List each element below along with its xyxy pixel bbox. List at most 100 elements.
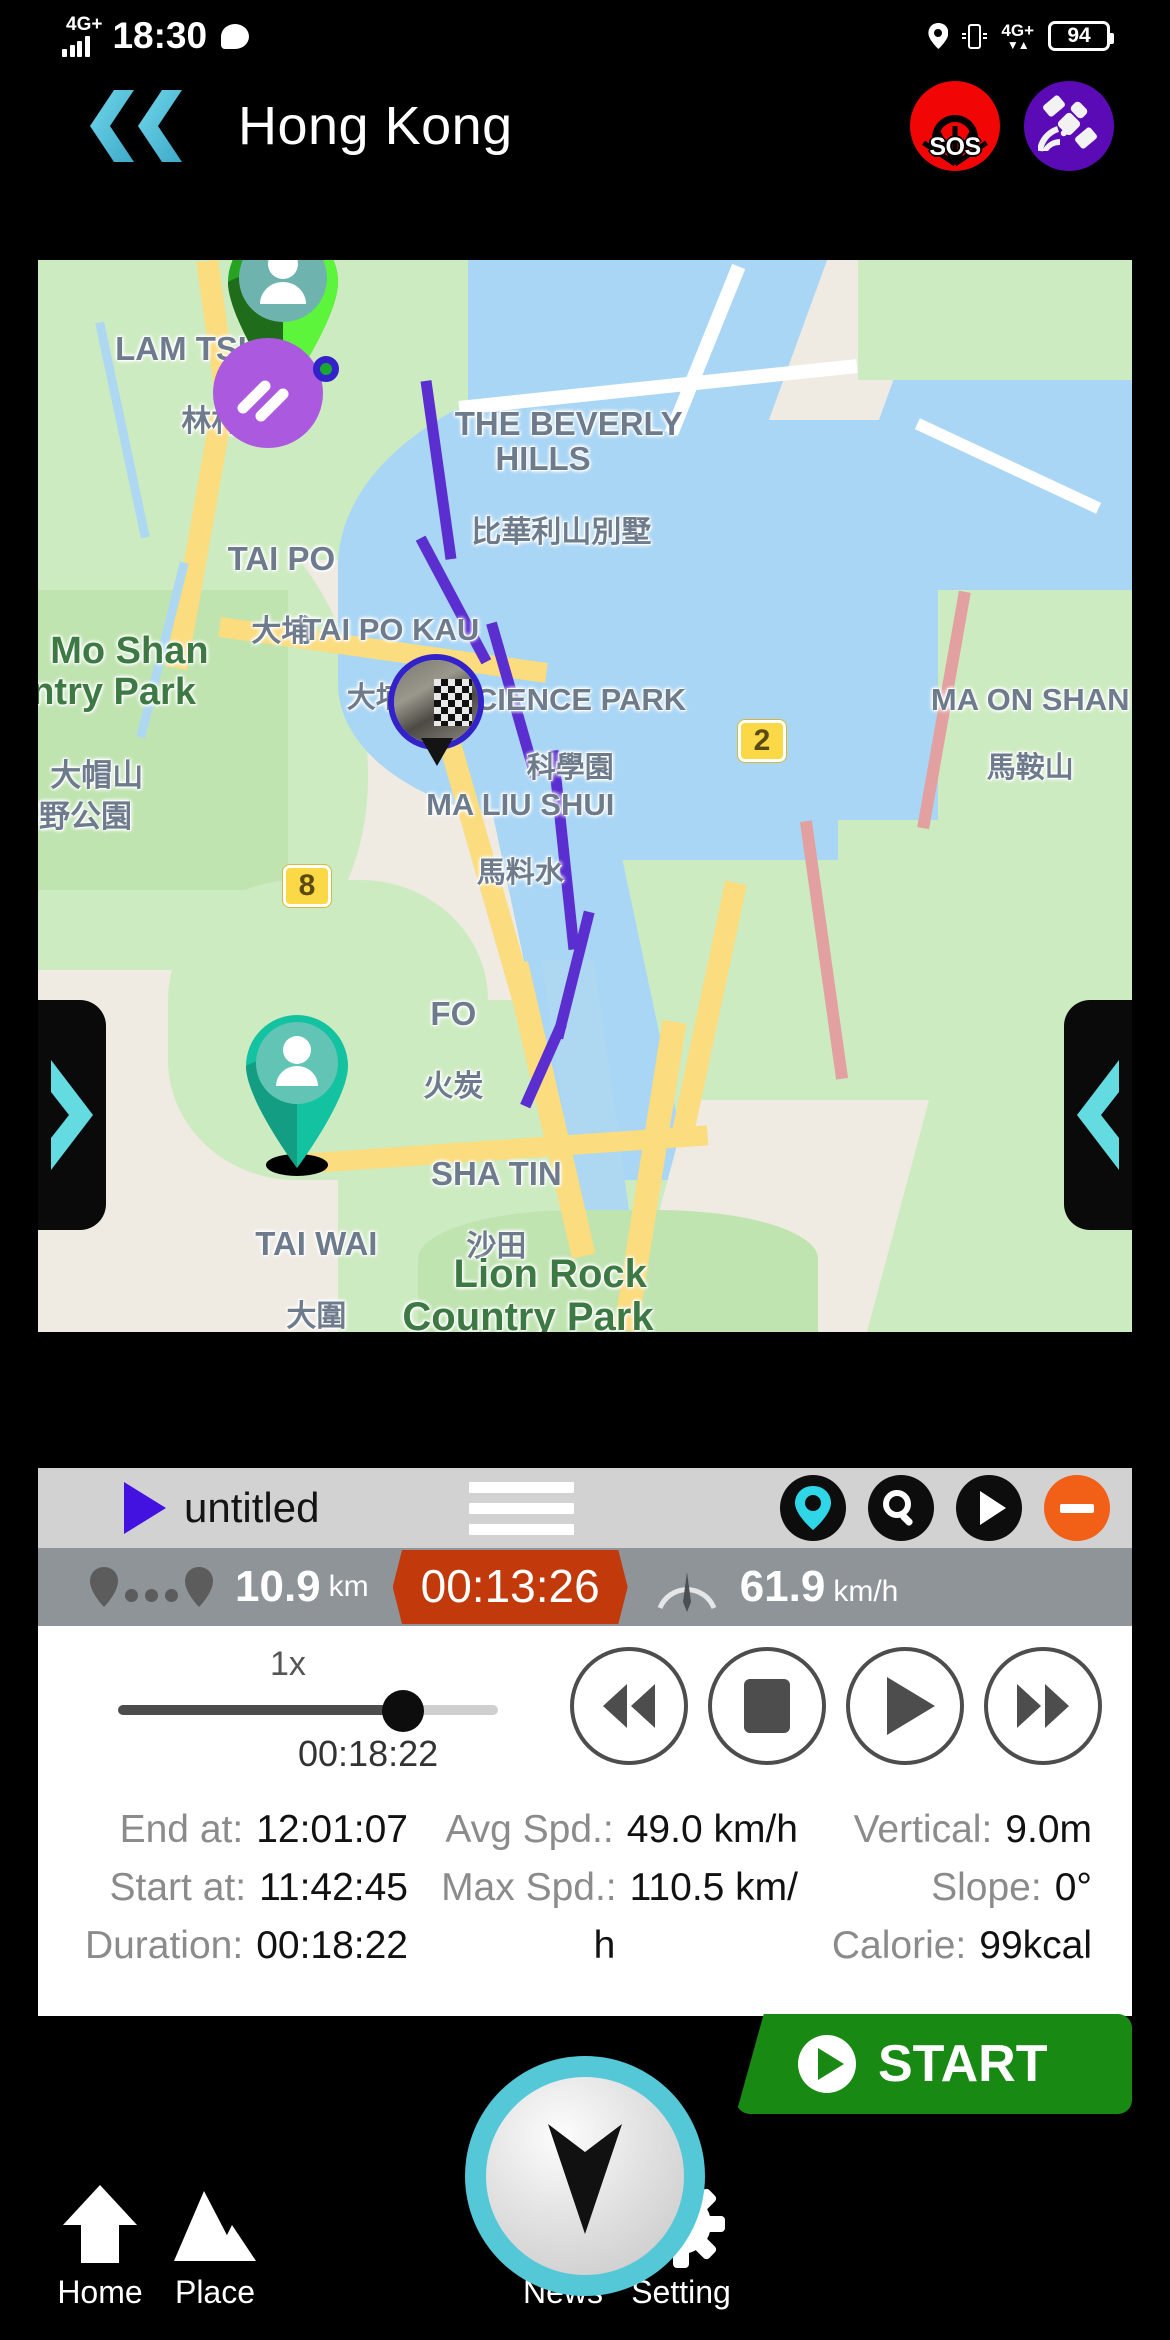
hamburger-menu-icon[interactable] [469, 1472, 575, 1545]
detail-end-at: End at: 12:01:07 [78, 1808, 408, 1852]
detail-label: Start at: [109, 1866, 247, 1909]
chevron-left-icon [90, 90, 136, 162]
data-network-indicator: 4G+ ▼▲ [1001, 22, 1034, 51]
slider-fill [118, 1705, 403, 1715]
nav-label: Setting [631, 2274, 731, 2310]
satellite-button[interactable] [1024, 81, 1114, 171]
map-prev-button[interactable] [38, 1000, 106, 1230]
start-button-label: START [878, 2035, 1048, 2093]
distance-value: 10.9 [235, 1562, 321, 1611]
map-label-fo-tan: FO 火炭 [360, 960, 510, 1139]
status-bar-right: 4G+ ▼▲ 94 [928, 21, 1114, 51]
elapsed-time-badge: 00:13:26 [392, 1550, 628, 1624]
play-triangle-icon[interactable] [124, 1482, 166, 1534]
slider-track[interactable] [118, 1705, 498, 1715]
compass-button[interactable] [465, 2056, 705, 2296]
play-circle-icon [798, 2035, 856, 2093]
detail-label: Duration: [84, 1924, 244, 1967]
nav-item-place[interactable]: Place [120, 2178, 310, 2311]
status-bar: 4G+ 18:30 4G+ ▼▲ 94 [0, 0, 1170, 72]
checker-pattern-icon [433, 679, 473, 726]
map-label-en: TAI PO KAU [302, 612, 480, 648]
mountain-icon [170, 2178, 260, 2270]
detail-value: 00:18:22 [256, 1924, 408, 1967]
signal-bars-icon [62, 35, 90, 57]
map-label-en: THE BEVERLY HILLS [454, 404, 683, 478]
battery-level-label: 94 [1067, 24, 1091, 47]
play-button[interactable] [846, 1647, 964, 1765]
satellite-icon [1037, 93, 1100, 160]
track-control-bar: untitled [38, 1468, 1132, 1548]
header-actions: SOS [910, 81, 1114, 171]
chevron-right-icon [51, 1060, 93, 1170]
status-time: 18:30 [112, 15, 208, 56]
map-label-country-park: Mo Shan untry Park 大帽山 郊野公園 [38, 590, 238, 877]
battery-indicator: 94 [1048, 21, 1114, 51]
detail-value: 9.0m [1005, 1808, 1092, 1851]
start-button[interactable]: START [736, 2014, 1132, 2114]
control-bar-icons [780, 1475, 1110, 1541]
map-label-zh: 大圍 [286, 1299, 347, 1332]
vibrate-icon [962, 23, 988, 49]
chevron-left-icon-2 [138, 90, 184, 162]
map-label-zh: 大帽山 郊野公園 [38, 758, 144, 835]
person-marker-teal[interactable] [238, 1010, 356, 1176]
detail-value: 110.5 km/ [629, 1866, 798, 1909]
pin-shape [246, 1015, 348, 1168]
sos-label: SOS [929, 133, 981, 161]
photo-marker-tail [421, 738, 453, 766]
playback-panel: 1x 00:18:22 [38, 1626, 1132, 1786]
photo-thumbnail-marker[interactable] [388, 654, 484, 750]
slider-thumb[interactable] [382, 1690, 424, 1732]
back-button[interactable] [90, 90, 200, 162]
detail-value: h [593, 1924, 616, 1967]
fast-forward-button[interactable] [984, 1647, 1102, 1765]
route-start-dot [313, 356, 339, 382]
rewind-button[interactable] [570, 1647, 688, 1765]
data-arrows-icon: ▼▲ [1006, 37, 1030, 52]
map-label-beverly-hills: THE BEVERLY HILLS 比華利山別墅 [418, 370, 683, 585]
detail-value: 11:42:45 [259, 1866, 408, 1909]
route-shield-2: 2 [738, 720, 786, 762]
map-label-en: MA ON SHAN [930, 682, 1130, 718]
detail-label: Avg Spd.: [445, 1808, 614, 1851]
search-icon[interactable] [868, 1475, 934, 1541]
status-bar-left: 4G+ 18:30 [62, 15, 250, 57]
map-label-zh: 比華利山別墅 [471, 515, 652, 549]
track-title[interactable]: untitled [184, 1484, 319, 1532]
detail-slope: Slope: 0° [798, 1866, 1092, 1910]
compass-dial [486, 2077, 684, 2275]
locate-pin-icon[interactable] [780, 1475, 846, 1541]
stop-button[interactable] [708, 1647, 826, 1765]
playback-speed-label: 1x [270, 1645, 306, 1683]
map-label-en: MA LIU SHUI [426, 787, 615, 823]
network-type-label: 4G+ [66, 14, 103, 35]
direction-heading-marker[interactable] [213, 338, 323, 448]
detail-max-speed-overflow: h [408, 1924, 798, 1968]
detail-max-speed: Max Spd.: 110.5 km/ [408, 1866, 798, 1910]
detail-label: Slope: [931, 1866, 1042, 1909]
playback-buttons [570, 1647, 1102, 1765]
detail-vertical: Vertical: 9.0m [798, 1808, 1092, 1852]
sos-button[interactable]: SOS [910, 81, 1000, 171]
data-network-label: 4G+ [1001, 20, 1034, 40]
play-circle-icon[interactable] [956, 1475, 1022, 1541]
speed-readout: 61.9 km/h [732, 1562, 899, 1612]
page-title: Hong Kong [238, 96, 513, 156]
detail-label: Vertical: [853, 1808, 993, 1851]
signal-indicator: 4G+ [62, 15, 102, 57]
map-next-button[interactable] [1064, 1000, 1132, 1230]
map-label-zh: 馬料水 [476, 857, 564, 890]
distance-icon [90, 1567, 213, 1607]
stats-bar: 10.9 km 00:13:26 61.9 km/h [38, 1548, 1132, 1626]
map-label-en: FO [430, 994, 477, 1032]
detail-calorie: Calorie: 99kcal [798, 1924, 1092, 1968]
compass-needle-icon [548, 2124, 622, 2234]
minus-circle-icon[interactable] [1044, 1475, 1110, 1541]
detail-value: 0° [1054, 1866, 1092, 1909]
map-label-en: SHA TIN [430, 1154, 562, 1192]
map-view[interactable]: LAM TSUEN 林村 THE BEVERLY HILLS 比華利山別墅 TA… [38, 260, 1132, 1332]
map-label-en: Mo Shan untry Park [38, 630, 209, 714]
detail-value: 49.0 km/h [626, 1808, 798, 1851]
playback-slider[interactable]: 1x 00:18:22 [88, 1641, 508, 1774]
